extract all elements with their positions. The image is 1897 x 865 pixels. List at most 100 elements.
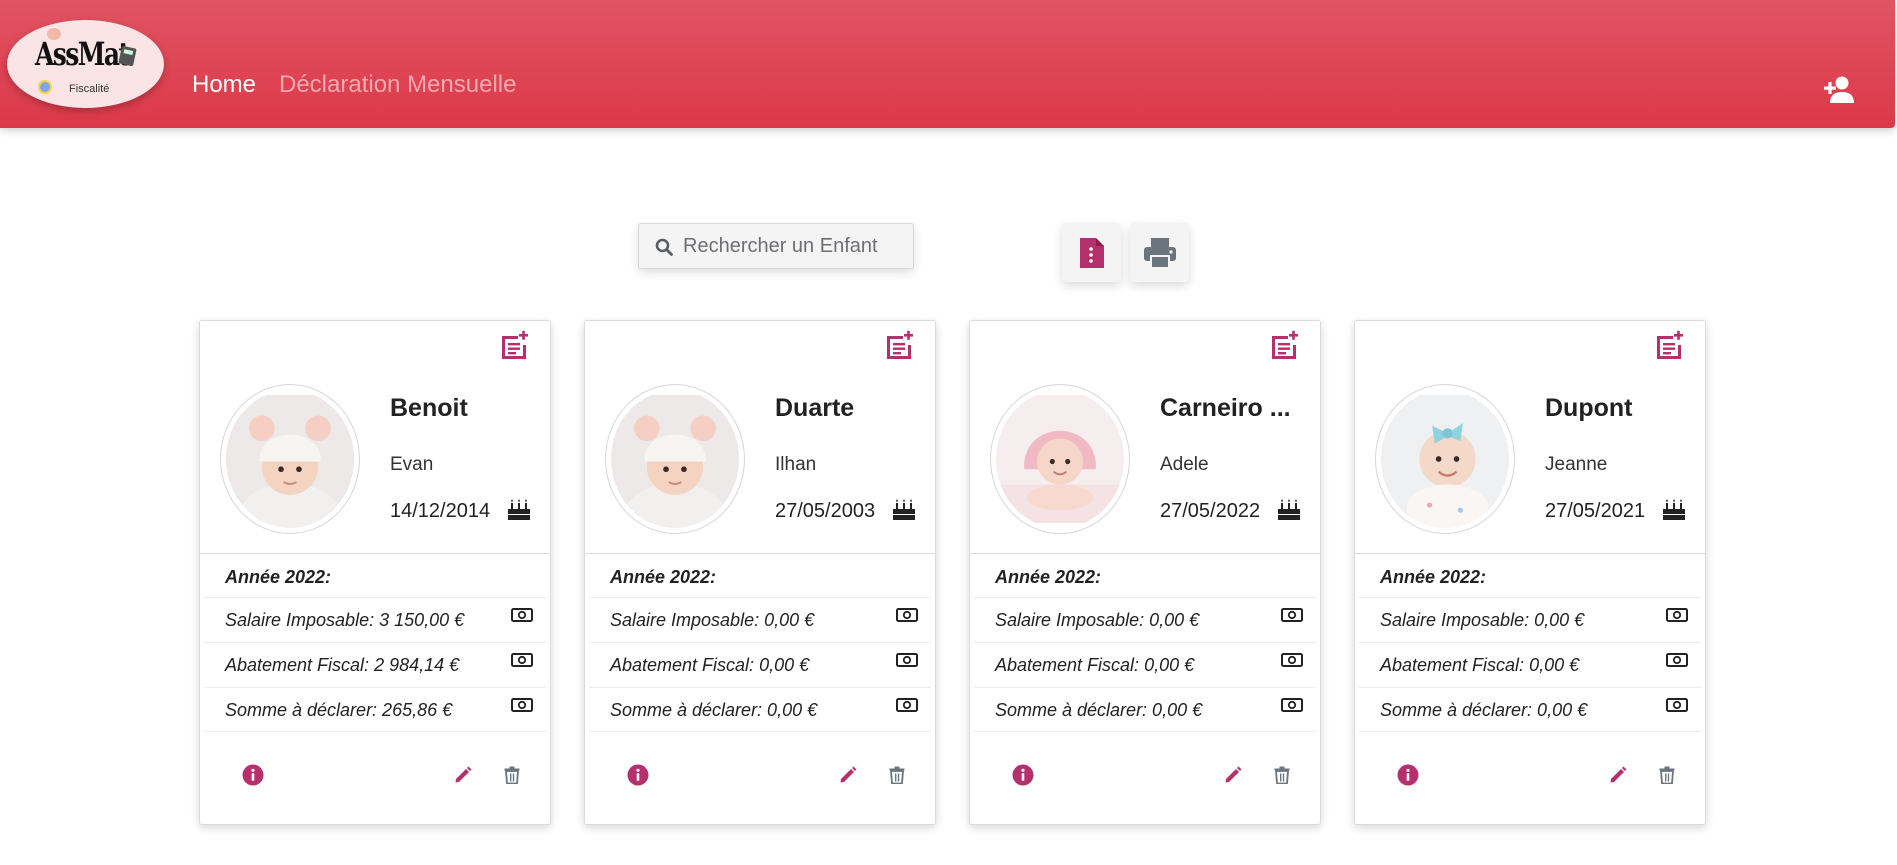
- pencil-icon[interactable]: [835, 762, 861, 788]
- printer-icon: [1143, 237, 1176, 269]
- trash-icon[interactable]: [499, 762, 525, 788]
- birthday-cake-icon: [892, 499, 916, 521]
- card-divider: [585, 553, 935, 554]
- child-last-name: Benoit: [390, 394, 468, 422]
- abatement-row: Abatement Fiscal: 0,00 €: [1359, 642, 1701, 687]
- salary-row: Salaire Imposable: 0,00 €: [589, 597, 931, 642]
- taxable-salary: Salaire Imposable: 0,00 €: [610, 610, 815, 630]
- child-first-name: Evan: [390, 454, 434, 475]
- card-divider: [200, 553, 550, 554]
- child-last-name: Carneiro ...: [1160, 394, 1291, 422]
- banknote-icon: [511, 608, 533, 622]
- tax-abatement: Abatement Fiscal: 0,00 €: [995, 655, 1195, 675]
- year-heading: Année 2022:: [225, 567, 332, 587]
- abatement-row: Abatement Fiscal: 0,00 €: [974, 642, 1316, 687]
- banknote-icon: [1666, 608, 1688, 622]
- amount-to-declare-row: Somme à déclarer: 0,00 €: [1359, 687, 1701, 732]
- pencil-icon[interactable]: [1220, 762, 1246, 788]
- child-card: Carneiro ... Adele 27/05/2022 Année 2022…: [969, 320, 1321, 825]
- year-heading: Année 2022:: [995, 567, 1102, 587]
- banknote-icon: [896, 608, 918, 622]
- amount-to-declare-row: Somme à déclarer: 0,00 €: [589, 687, 931, 732]
- banknote-icon: [511, 698, 533, 712]
- child-first-name: Ilhan: [775, 454, 817, 475]
- info-circle-icon[interactable]: [240, 762, 266, 788]
- info-circle-icon[interactable]: [625, 762, 651, 788]
- logo-text: AssMat: [35, 35, 130, 73]
- child-first-name: Jeanne: [1545, 454, 1608, 475]
- taxable-salary: Salaire Imposable: 0,00 €: [995, 610, 1200, 630]
- child-avatar: [605, 384, 745, 534]
- top-navbar: AssMat Fiscalité Home Déclaration Mensue…: [0, 0, 1895, 128]
- child-birth-date: 27/05/2003: [775, 500, 876, 522]
- card-divider: [970, 553, 1320, 554]
- birthday-cake-icon: [1277, 499, 1301, 521]
- banknote-icon: [896, 653, 918, 667]
- trash-icon[interactable]: [1269, 762, 1295, 788]
- export-pdf-button[interactable]: [1062, 223, 1121, 282]
- child-last-name: Duarte: [775, 394, 855, 422]
- note-plus-icon[interactable]: [1654, 330, 1684, 360]
- search-input[interactable]: [683, 232, 903, 260]
- banknote-icon: [1281, 653, 1303, 667]
- note-plus-icon[interactable]: [499, 330, 529, 360]
- banknote-icon: [1281, 608, 1303, 622]
- salary-row: Salaire Imposable: 0,00 €: [974, 597, 1316, 642]
- child-last-name: Dupont: [1545, 394, 1633, 422]
- child-birth-date: 14/12/2014: [390, 500, 491, 522]
- child-birth-date: 27/05/2022: [1160, 500, 1261, 522]
- year-heading: Année 2022:: [610, 567, 717, 587]
- trash-icon[interactable]: [884, 762, 910, 788]
- taxable-salary: Salaire Imposable: 3 150,00 €: [225, 610, 465, 630]
- child-card: Duarte Ilhan 27/05/2003 Année 2022: Sala…: [584, 320, 936, 825]
- amount-to-declare: Somme à déclarer: 265,86 €: [225, 700, 453, 720]
- child-first-name: Adele: [1160, 454, 1209, 475]
- amount-to-declare: Somme à déclarer: 0,00 €: [995, 700, 1203, 720]
- file-pdf-icon: [1079, 237, 1104, 268]
- birthday-cake-icon: [507, 499, 531, 521]
- amount-to-declare: Somme à déclarer: 0,00 €: [1380, 700, 1588, 720]
- tax-abatement: Abatement Fiscal: 2 984,14 €: [225, 655, 460, 675]
- child-avatar: [990, 384, 1130, 534]
- nav-home-link[interactable]: Home: [192, 71, 256, 99]
- banknote-icon: [1666, 653, 1688, 667]
- logo-calculator-icon: [118, 45, 137, 67]
- taxable-salary: Salaire Imposable: 0,00 €: [1380, 610, 1585, 630]
- nav-declaration-link[interactable]: Déclaration Mensuelle: [279, 71, 516, 99]
- banknote-icon: [1281, 698, 1303, 712]
- note-plus-icon[interactable]: [1269, 330, 1299, 360]
- child-avatar: [220, 384, 360, 534]
- logo-subtitle: Fiscalité: [69, 83, 110, 95]
- year-heading: Année 2022:: [1380, 567, 1487, 587]
- trash-icon[interactable]: [1654, 762, 1680, 788]
- child-avatar: [1375, 384, 1515, 534]
- pencil-icon[interactable]: [450, 762, 476, 788]
- birthday-cake-icon: [1662, 499, 1686, 521]
- amount-to-declare-row: Somme à déclarer: 265,86 €: [204, 687, 546, 732]
- search-box[interactable]: [638, 223, 914, 269]
- salary-row: Salaire Imposable: 3 150,00 €: [204, 597, 546, 642]
- child-birth-date: 27/05/2021: [1545, 500, 1646, 522]
- app-logo[interactable]: AssMat Fiscalité: [7, 20, 164, 108]
- person-plus-icon[interactable]: [1823, 75, 1857, 105]
- amount-to-declare: Somme à déclarer: 0,00 €: [610, 700, 818, 720]
- banknote-icon: [896, 698, 918, 712]
- pencil-icon[interactable]: [1605, 762, 1631, 788]
- info-circle-icon[interactable]: [1395, 762, 1421, 788]
- salary-row: Salaire Imposable: 0,00 €: [1359, 597, 1701, 642]
- amount-to-declare-row: Somme à déclarer: 0,00 €: [974, 687, 1316, 732]
- search-icon: [655, 238, 673, 256]
- child-card: Dupont Jeanne 27/05/2021 Année 2022: Sal…: [1354, 320, 1706, 825]
- card-divider: [1355, 553, 1705, 554]
- banknote-icon: [1666, 698, 1688, 712]
- logo-baby-icon: [38, 80, 52, 94]
- info-circle-icon[interactable]: [1010, 762, 1036, 788]
- banknote-icon: [511, 653, 533, 667]
- abatement-row: Abatement Fiscal: 0,00 €: [589, 642, 931, 687]
- child-card: Benoit Evan 14/12/2014 Année 2022: Salai…: [199, 320, 551, 825]
- tax-abatement: Abatement Fiscal: 0,00 €: [610, 655, 810, 675]
- print-button[interactable]: [1130, 223, 1189, 282]
- note-plus-icon[interactable]: [884, 330, 914, 360]
- abatement-row: Abatement Fiscal: 2 984,14 €: [204, 642, 546, 687]
- tax-abatement: Abatement Fiscal: 0,00 €: [1380, 655, 1580, 675]
